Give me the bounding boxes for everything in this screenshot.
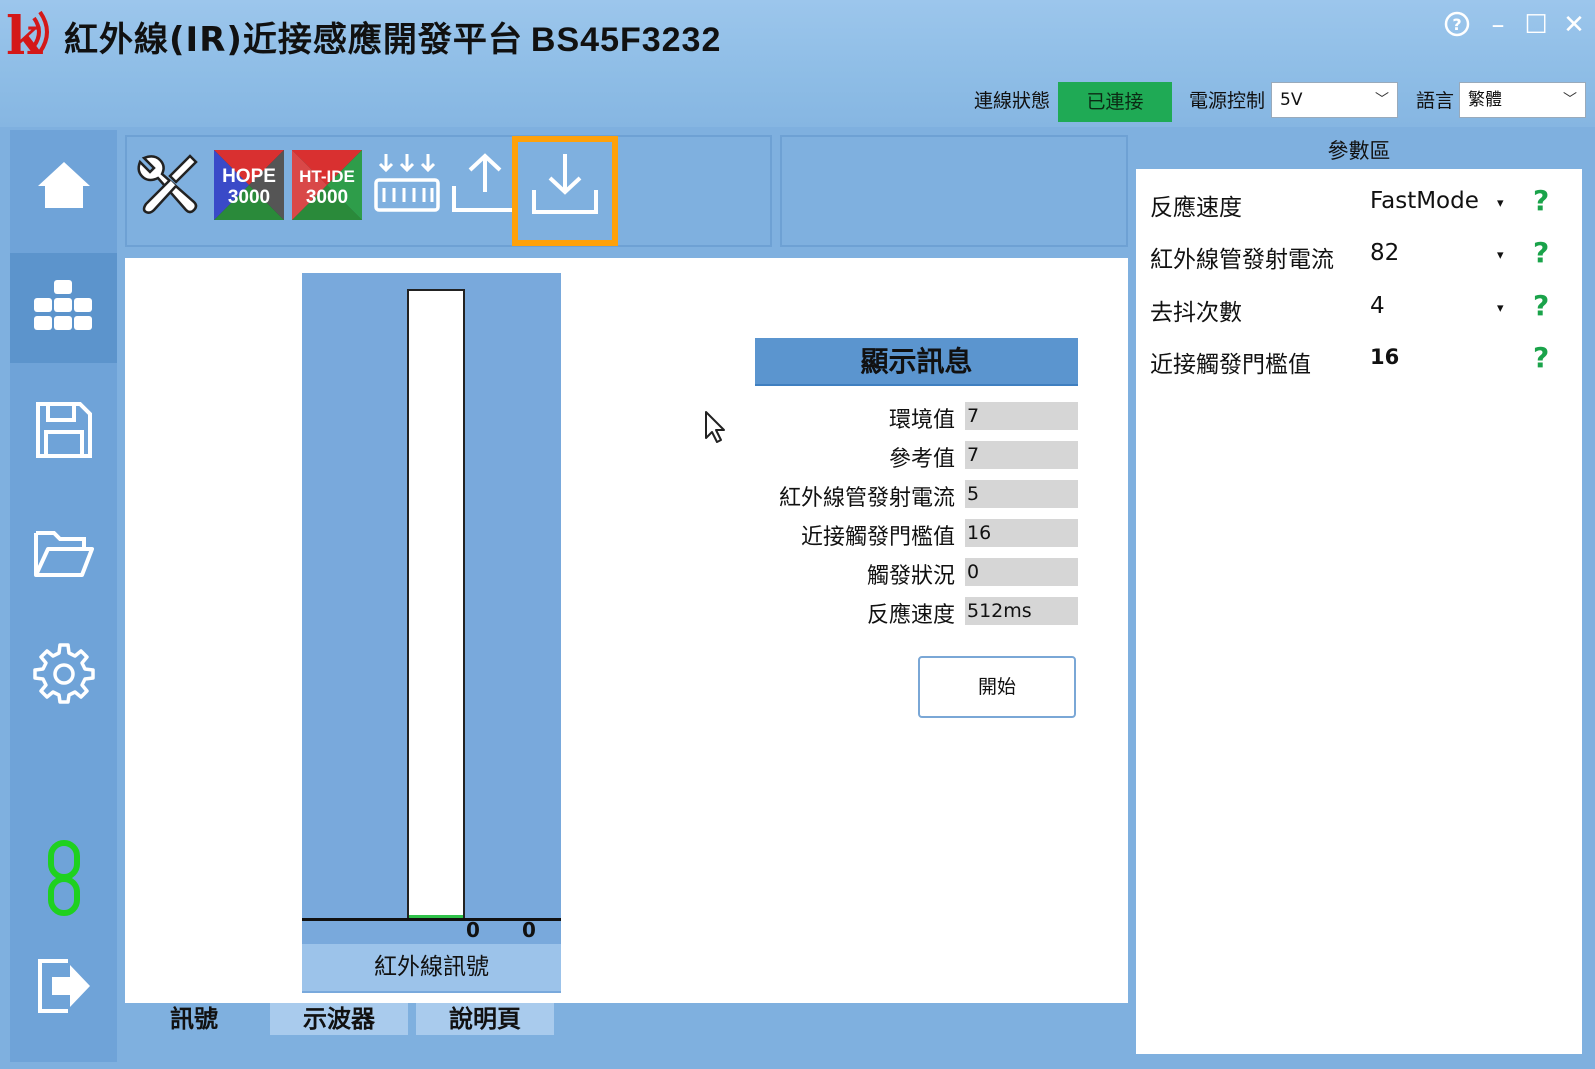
param-dropdown-debounce[interactable]: ▾ xyxy=(1497,301,1504,316)
nav-save[interactable] xyxy=(10,375,117,485)
info-label-ir-current: 紅外線管發射電流 xyxy=(778,486,955,511)
param-dropdown-response[interactable]: ▾ xyxy=(1497,196,1504,211)
tab-help-page[interactable]: 說明頁 xyxy=(416,1003,554,1035)
toolbar-secondary xyxy=(780,135,1128,247)
param-label-debounce: 去抖次數 xyxy=(1150,300,1242,326)
power-select-value: 5V xyxy=(1280,90,1303,110)
nav-home[interactable] xyxy=(10,130,117,240)
param-help-debounce[interactable]: ? xyxy=(1533,289,1549,322)
close-button[interactable]: ✕ xyxy=(1559,10,1589,40)
chip-download-icon xyxy=(374,154,440,212)
info-value-response: 512ms xyxy=(965,597,1078,625)
info-value-ambient: 7 xyxy=(965,402,1078,430)
info-value-threshold: 16 xyxy=(965,519,1078,547)
language-label: 語言 xyxy=(1416,90,1455,112)
nav-connection[interactable] xyxy=(10,823,117,933)
info-label-reference: 參考值 xyxy=(888,447,955,472)
param-value-debounce: 4 xyxy=(1370,293,1385,319)
exit-icon xyxy=(37,959,90,1013)
upload-button[interactable] xyxy=(450,148,520,222)
power-label: 電源控制 xyxy=(1189,90,1266,112)
nav-modules[interactable] xyxy=(10,253,117,363)
svg-text:3000: 3000 xyxy=(306,187,348,208)
info-value-trigger: 0 xyxy=(965,558,1078,586)
mouse-cursor-icon xyxy=(704,410,728,448)
param-header: 參數區 xyxy=(1136,133,1582,169)
info-label-trigger: 觸發狀況 xyxy=(866,564,955,589)
tab-signal[interactable]: 訊號 xyxy=(135,1003,253,1035)
hope3000-icon: HOPE 3000 xyxy=(214,150,284,220)
htide3000-icon: HT-IDE 3000 xyxy=(292,150,362,220)
minimize-button[interactable]: – xyxy=(1483,10,1513,40)
param-value-response: FastMode xyxy=(1370,188,1479,214)
svg-text:3000: 3000 xyxy=(228,187,270,208)
hope3000-button[interactable]: HOPE 3000 xyxy=(214,148,284,222)
info-label-response: 反應速度 xyxy=(866,603,955,628)
app-title: 紅外線(IR)近接感應開發平台 BS45F3232 xyxy=(64,12,721,61)
gear-icon xyxy=(32,643,95,704)
param-help-ir-current[interactable]: ? xyxy=(1533,236,1549,269)
app-title-text: 紅外線(IR)近接感應開發平台 xyxy=(64,20,523,60)
program-chip-button[interactable] xyxy=(372,148,442,222)
param-help-threshold[interactable]: ? xyxy=(1533,341,1549,374)
save-icon xyxy=(35,402,92,458)
maximize-button[interactable]: ☐ xyxy=(1521,10,1551,40)
help-icon[interactable]: ? xyxy=(1442,10,1472,40)
info-value-ir-current: 5 xyxy=(965,480,1078,508)
gauge-value-right: 0 xyxy=(522,918,536,942)
htide3000-button[interactable]: HT-IDE 3000 xyxy=(292,148,362,222)
modules-icon xyxy=(33,280,92,330)
param-value-ir-current: 82 xyxy=(1370,240,1400,266)
info-label-threshold: 近接觸發門檻值 xyxy=(800,525,955,550)
info-label-ambient: 環境值 xyxy=(888,408,955,433)
gauge-bar xyxy=(407,289,465,919)
svg-text:?: ? xyxy=(1452,15,1461,34)
upload-icon xyxy=(452,153,518,212)
gauge-label: 紅外線訊號 xyxy=(302,944,561,991)
param-dropdown-ir-current[interactable]: ▾ xyxy=(1497,248,1504,263)
app-model: BS45F3232 xyxy=(530,21,722,59)
info-header: 顯示訊息 xyxy=(755,338,1078,386)
download-highlight xyxy=(512,136,618,246)
app-logo-icon: k xyxy=(6,4,58,67)
nav-open[interactable] xyxy=(10,498,117,608)
svg-text:HOPE: HOPE xyxy=(222,166,276,187)
param-help-response[interactable]: ? xyxy=(1533,184,1549,217)
connection-status-badge: 已連接 xyxy=(1058,82,1172,122)
tools-icon xyxy=(137,154,198,214)
chevron-down-icon: ﹀ xyxy=(1375,92,1389,108)
home-icon xyxy=(37,162,90,208)
start-button[interactable]: 開始 xyxy=(918,656,1076,718)
link-icon xyxy=(47,840,80,916)
param-label-response: 反應速度 xyxy=(1150,195,1242,221)
info-value-reference: 7 xyxy=(965,441,1078,469)
power-select[interactable]: 5V ﹀ xyxy=(1271,82,1398,118)
svg-text:HT-IDE: HT-IDE xyxy=(299,167,355,186)
folder-open-icon xyxy=(33,531,94,577)
gauge-value-left: 0 xyxy=(466,918,480,942)
param-value-threshold[interactable]: 16 xyxy=(1370,345,1399,369)
language-select[interactable]: 繁體 ﹀ xyxy=(1459,82,1586,118)
nav-settings[interactable] xyxy=(10,618,117,728)
param-label-threshold: 近接觸發門檻值 xyxy=(1150,352,1311,378)
connection-label: 連線狀態 xyxy=(974,90,1051,112)
tools-button[interactable] xyxy=(132,148,202,222)
chevron-down-icon: ﹀ xyxy=(1563,92,1577,108)
param-label-ir-current: 紅外線管發射電流 xyxy=(1150,247,1334,273)
language-select-value: 繁體 xyxy=(1468,90,1502,110)
nav-exit[interactable] xyxy=(10,930,117,1040)
tab-oscilloscope[interactable]: 示波器 xyxy=(270,1003,408,1035)
